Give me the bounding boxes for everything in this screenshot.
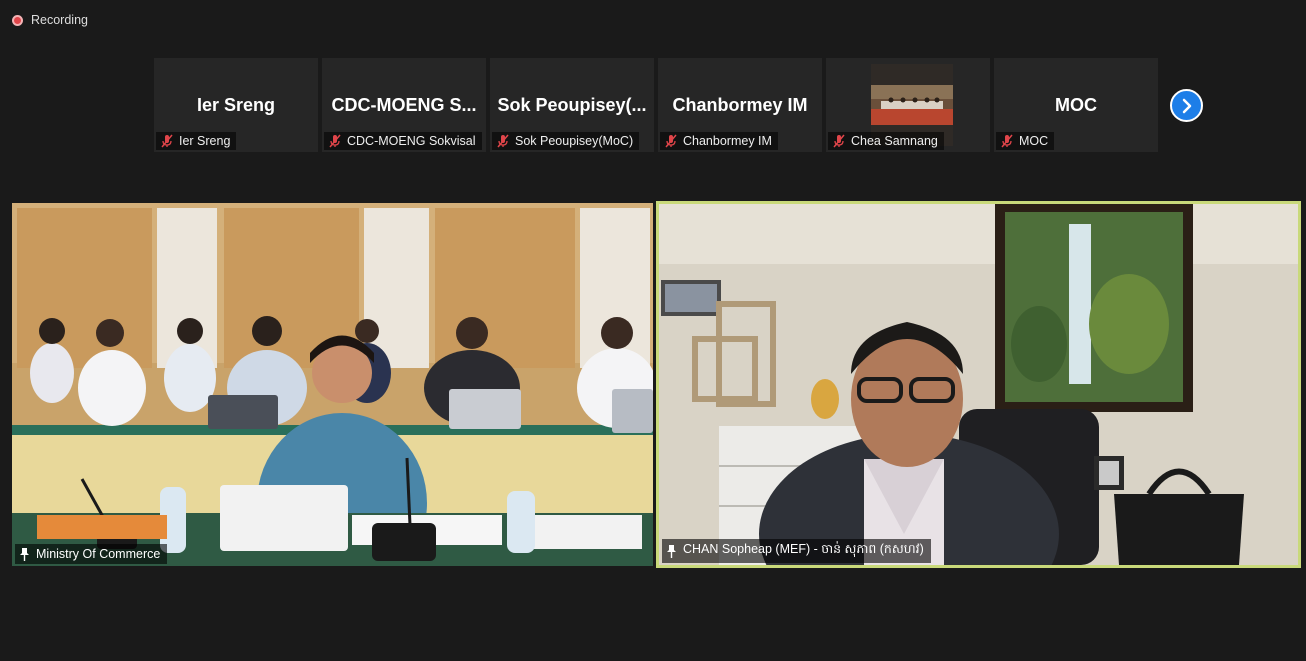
video-tile-chan-sopheap[interactable]: CHAN Sopheap (MEF) - ចាន់ សុភាព (កសហវ) (656, 201, 1301, 568)
participant-display-name: CDC-MOENG S... (331, 95, 477, 115)
recording-label: Recording (31, 13, 88, 27)
mic-muted-icon (329, 134, 341, 148)
participant-tile-chanbormey-im[interactable]: Chanbormey IM Chanbormey IM (658, 58, 822, 152)
video-name-label: CHAN Sopheap (MEF) - ចាន់ សុភាព (កសហវ) (662, 539, 931, 563)
participant-label: MOC (1019, 134, 1049, 148)
record-icon (12, 14, 23, 26)
video-label-text: Ministry Of Commerce (36, 547, 161, 561)
participant-tile-chea-samnang[interactable]: Chea Samnang (826, 58, 990, 152)
office-speaker-video (659, 204, 1298, 565)
video-label-text: CHAN Sopheap (MEF) - ចាន់ សុភាព (កសហវ) (683, 542, 924, 556)
mic-muted-icon (161, 134, 173, 148)
mic-muted-icon (497, 134, 509, 148)
participant-display-name: Ier Sreng (196, 95, 276, 115)
participant-name-label: Ier Sreng (156, 132, 237, 150)
chevron-right-icon (1182, 98, 1191, 113)
participant-label: Ier Sreng (179, 134, 231, 148)
participant-tile-cdc-moeng[interactable]: CDC-MOENG S... CDC-MOENG Sokvisal (322, 58, 486, 152)
participant-display-name: MOC (1055, 95, 1097, 115)
participant-name-label: MOC (996, 132, 1055, 150)
participant-name-label: Chea Samnang (828, 132, 944, 150)
participant-label: Chanbormey IM (683, 134, 772, 148)
participant-name-label: Chanbormey IM (660, 132, 778, 150)
participant-label: CDC-MOENG Sokvisal (347, 134, 476, 148)
participant-name-label: Sok Peoupisey(MoC) (492, 132, 640, 150)
participant-strip: Ier Sreng Ier Sreng CDC-MOENG S... CDC-M… (154, 58, 1158, 152)
participant-tile-moc[interactable]: MOC MOC (994, 58, 1158, 152)
participant-display-name: Chanbormey IM (672, 95, 808, 115)
video-tile-ministry-of-commerce[interactable]: Ministry Of Commerce (12, 203, 653, 566)
pin-icon (20, 547, 29, 561)
mic-muted-icon (833, 134, 845, 148)
video-name-label: Ministry Of Commerce (15, 544, 168, 564)
participant-tile-ier-sreng[interactable]: Ier Sreng Ier Sreng (154, 58, 318, 152)
participant-label: Sok Peoupisey(MoC) (515, 134, 634, 148)
recording-indicator: Recording (12, 13, 88, 27)
participant-name-label: CDC-MOENG Sokvisal (324, 132, 482, 150)
participant-label: Chea Samnang (851, 134, 938, 148)
participant-tile-sok-peoupisey[interactable]: Sok Peoupisey(... Sok Peoupisey(MoC) (490, 58, 654, 152)
pin-icon (667, 544, 676, 558)
next-page-button[interactable] (1170, 89, 1203, 122)
mic-muted-icon (665, 134, 677, 148)
mic-muted-icon (1001, 134, 1013, 148)
conference-room-video (12, 203, 653, 566)
participant-display-name: Sok Peoupisey(... (497, 95, 647, 115)
meeting-room-thumbnail (871, 85, 953, 125)
